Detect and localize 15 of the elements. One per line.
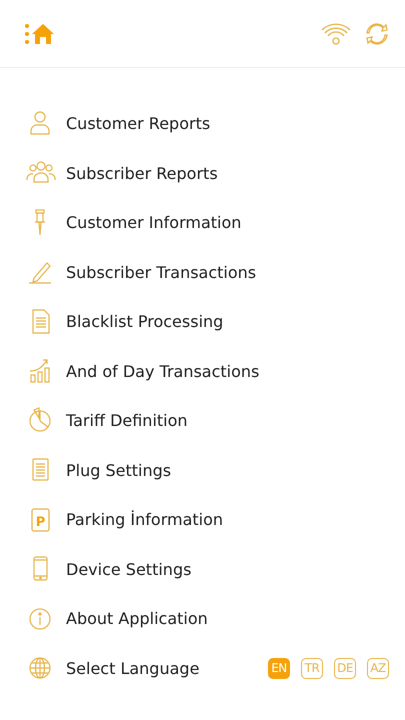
menu-item[interactable]: Select Language xyxy=(66,658,200,678)
menu-home-icon[interactable] xyxy=(24,22,56,46)
menu-item[interactable]: Subscriber Reports xyxy=(66,164,218,183)
wifi-icon[interactable] xyxy=(321,22,351,46)
menu-item[interactable]: Plug Settings xyxy=(66,460,172,480)
menu-item[interactable]: Customer Reports xyxy=(66,114,210,134)
menu-item[interactable]: And of Day Transactions xyxy=(66,362,260,381)
refresh-icon[interactable] xyxy=(365,22,389,46)
menu-item[interactable]: Tariff Definition xyxy=(66,411,188,430)
menu-item[interactable]: Device Settings xyxy=(66,560,192,579)
menu-item[interactable]: Customer Information xyxy=(66,213,242,232)
menu-item[interactable]: Parking İnformation xyxy=(66,510,224,530)
menu-item[interactable]: Subscriber Transactions xyxy=(66,262,256,282)
menu-item[interactable]: About Application xyxy=(66,609,208,628)
menu-item[interactable]: Blacklist Processing xyxy=(66,312,224,332)
